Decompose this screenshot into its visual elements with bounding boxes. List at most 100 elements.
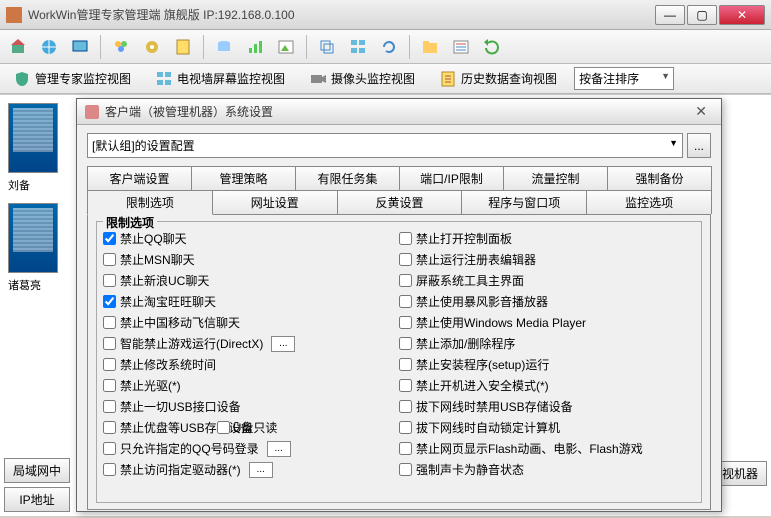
- list-icon[interactable]: [447, 33, 475, 61]
- restrict-checkbox[interactable]: 禁止中国移动飞信聊天: [103, 312, 399, 333]
- checkbox-input[interactable]: [103, 316, 116, 329]
- checkbox-input[interactable]: [399, 400, 412, 413]
- checkbox-input[interactable]: [103, 232, 116, 245]
- checkbox-input[interactable]: [103, 274, 116, 287]
- checkbox-input[interactable]: [399, 421, 412, 434]
- restrict-checkbox[interactable]: 禁止使用暴风影音播放器: [399, 291, 695, 312]
- tab-backup[interactable]: 强制备份: [607, 166, 712, 190]
- minimize-button[interactable]: —: [655, 5, 685, 25]
- checkbox-input[interactable]: [103, 253, 116, 266]
- screens-icon: [155, 70, 173, 88]
- more-button[interactable]: ...: [249, 462, 273, 478]
- tab-port-ip[interactable]: 端口/IP限制: [399, 166, 504, 190]
- view-camera[interactable]: 摄像头监控视图: [302, 66, 422, 92]
- checkbox-input[interactable]: [399, 379, 412, 392]
- tab-antiporn[interactable]: 反黄设置: [337, 190, 463, 214]
- config-combo[interactable]: [默认组]的设置配置: [87, 133, 683, 158]
- restrict-checkbox[interactable]: 禁止添加/删除程序: [399, 333, 695, 354]
- restrict-checkbox[interactable]: 智能禁止游戏运行(DirectX)...: [103, 333, 399, 354]
- dialog-close-button[interactable]: ✕: [689, 103, 713, 120]
- restrict-checkbox[interactable]: 禁止安装程序(setup)运行: [399, 354, 695, 375]
- restrict-checkbox[interactable]: 禁止运行注册表编辑器: [399, 249, 695, 270]
- restrict-checkbox[interactable]: 拔下网线时禁用USB存储设备: [399, 396, 695, 417]
- users-icon[interactable]: [107, 33, 135, 61]
- checkbox-input[interactable]: [399, 316, 412, 329]
- restrict-checkbox[interactable]: 禁止使用Windows Media Player: [399, 312, 695, 333]
- tab-programs[interactable]: 程序与窗口项: [461, 190, 587, 214]
- browse-button[interactable]: ...: [687, 133, 711, 158]
- checkbox-input[interactable]: [103, 358, 116, 371]
- checkbox-label: 禁止运行注册表编辑器: [416, 251, 536, 268]
- tab-restrict[interactable]: 限制选项: [87, 190, 213, 215]
- restrict-checkbox[interactable]: 禁止打开控制面板: [399, 228, 695, 249]
- view-history[interactable]: 历史数据查询视图: [432, 66, 564, 92]
- screens-icon[interactable]: [344, 33, 372, 61]
- checkbox-input[interactable]: [103, 400, 116, 413]
- ip-button[interactable]: IP地址: [4, 487, 70, 512]
- tab-policy[interactable]: 管理策略: [191, 166, 296, 190]
- shield-icon: [13, 70, 31, 88]
- checkbox-input[interactable]: [217, 421, 230, 434]
- view-monitor[interactable]: 管理专家监控视图: [6, 66, 138, 92]
- more-button[interactable]: ...: [267, 441, 291, 457]
- restrict-checkbox[interactable]: 只允许指定的QQ号码登录...: [103, 438, 399, 459]
- checkbox-input[interactable]: [399, 358, 412, 371]
- restrict-checkbox[interactable]: 禁止MSN聊天: [103, 249, 399, 270]
- tab-row-upper: 客户端设置 管理策略 有限任务集 端口/IP限制 流量控制 强制备份: [87, 166, 711, 190]
- checkbox-input[interactable]: [103, 379, 116, 392]
- restrict-checkbox[interactable]: 强制声卡为静音状态: [399, 459, 695, 480]
- desktop-thumb[interactable]: [8, 103, 58, 173]
- sort-combo[interactable]: 按备注排序: [574, 67, 674, 90]
- image-icon[interactable]: [272, 33, 300, 61]
- globe-icon[interactable]: [35, 33, 63, 61]
- desktop-thumb[interactable]: [8, 203, 58, 273]
- chart-icon[interactable]: [241, 33, 269, 61]
- monitor-icon[interactable]: [66, 33, 94, 61]
- checkbox-input[interactable]: [103, 442, 116, 455]
- checkbox-input[interactable]: [399, 274, 412, 287]
- checkbox-input[interactable]: [103, 421, 116, 434]
- restrict-checkbox[interactable]: 禁止开机进入安全模式(*): [399, 375, 695, 396]
- checkbox-input[interactable]: [103, 463, 116, 476]
- titlebar: WorkWin管理专家管理端 旗舰版 IP:192.168.0.100 — ▢ …: [0, 0, 771, 30]
- more-button[interactable]: ...: [271, 336, 295, 352]
- lan-button[interactable]: 局域网中: [4, 458, 70, 483]
- restrict-checkbox[interactable]: 禁止QQ聊天: [103, 228, 399, 249]
- checkbox-label: 禁止淘宝旺旺聊天: [120, 293, 216, 310]
- restrict-checkbox[interactable]: 禁止网页显示Flash动画、电影、Flash游戏: [399, 438, 695, 459]
- checkbox-input[interactable]: [399, 232, 412, 245]
- refresh-icon[interactable]: [478, 33, 506, 61]
- checkbox-input[interactable]: [399, 337, 412, 350]
- tab-monitor-opts[interactable]: 监控选项: [586, 190, 712, 214]
- gear-icon[interactable]: [138, 33, 166, 61]
- view-tvwall[interactable]: 电视墙屏幕监控视图: [148, 66, 292, 92]
- sync-icon[interactable]: [375, 33, 403, 61]
- checkbox-input[interactable]: [103, 295, 116, 308]
- checkbox-input[interactable]: [399, 253, 412, 266]
- restrict-checkbox[interactable]: 禁止光驱(*): [103, 375, 399, 396]
- folder-icon[interactable]: [416, 33, 444, 61]
- checkbox-input[interactable]: [399, 442, 412, 455]
- home-icon[interactable]: [4, 33, 32, 61]
- restrict-checkbox[interactable]: 拔下网线时自动锁定计算机: [399, 417, 695, 438]
- copy-icon[interactable]: [313, 33, 341, 61]
- close-button[interactable]: ✕: [719, 5, 765, 25]
- checkbox-input[interactable]: [399, 295, 412, 308]
- restrict-checkbox[interactable]: 禁止新浪UC聊天: [103, 270, 399, 291]
- maximize-button[interactable]: ▢: [687, 5, 717, 25]
- checkbox-input[interactable]: [103, 337, 116, 350]
- checkbox-input[interactable]: [399, 463, 412, 476]
- restrict-checkbox[interactable]: 屏蔽系统工具主界面: [399, 270, 695, 291]
- tab-url[interactable]: 网址设置: [212, 190, 338, 214]
- usb-readonly-checkbox[interactable]: U盘只读: [217, 419, 278, 436]
- restrict-checkbox[interactable]: 禁止修改系统时间: [103, 354, 399, 375]
- restrict-checkbox[interactable]: 禁止一切USB接口设备: [103, 396, 399, 417]
- tab-client-settings[interactable]: 客户端设置: [87, 166, 192, 190]
- restrict-checkbox[interactable]: 禁止优盘等USB存储设备U盘只读: [103, 417, 399, 438]
- db-icon[interactable]: [210, 33, 238, 61]
- restrict-checkbox[interactable]: 禁止访问指定驱动器(*)...: [103, 459, 399, 480]
- restrict-checkbox[interactable]: 禁止淘宝旺旺聊天: [103, 291, 399, 312]
- note-icon[interactable]: [169, 33, 197, 61]
- tab-traffic[interactable]: 流量控制: [503, 166, 608, 190]
- tab-tasks[interactable]: 有限任务集: [295, 166, 400, 190]
